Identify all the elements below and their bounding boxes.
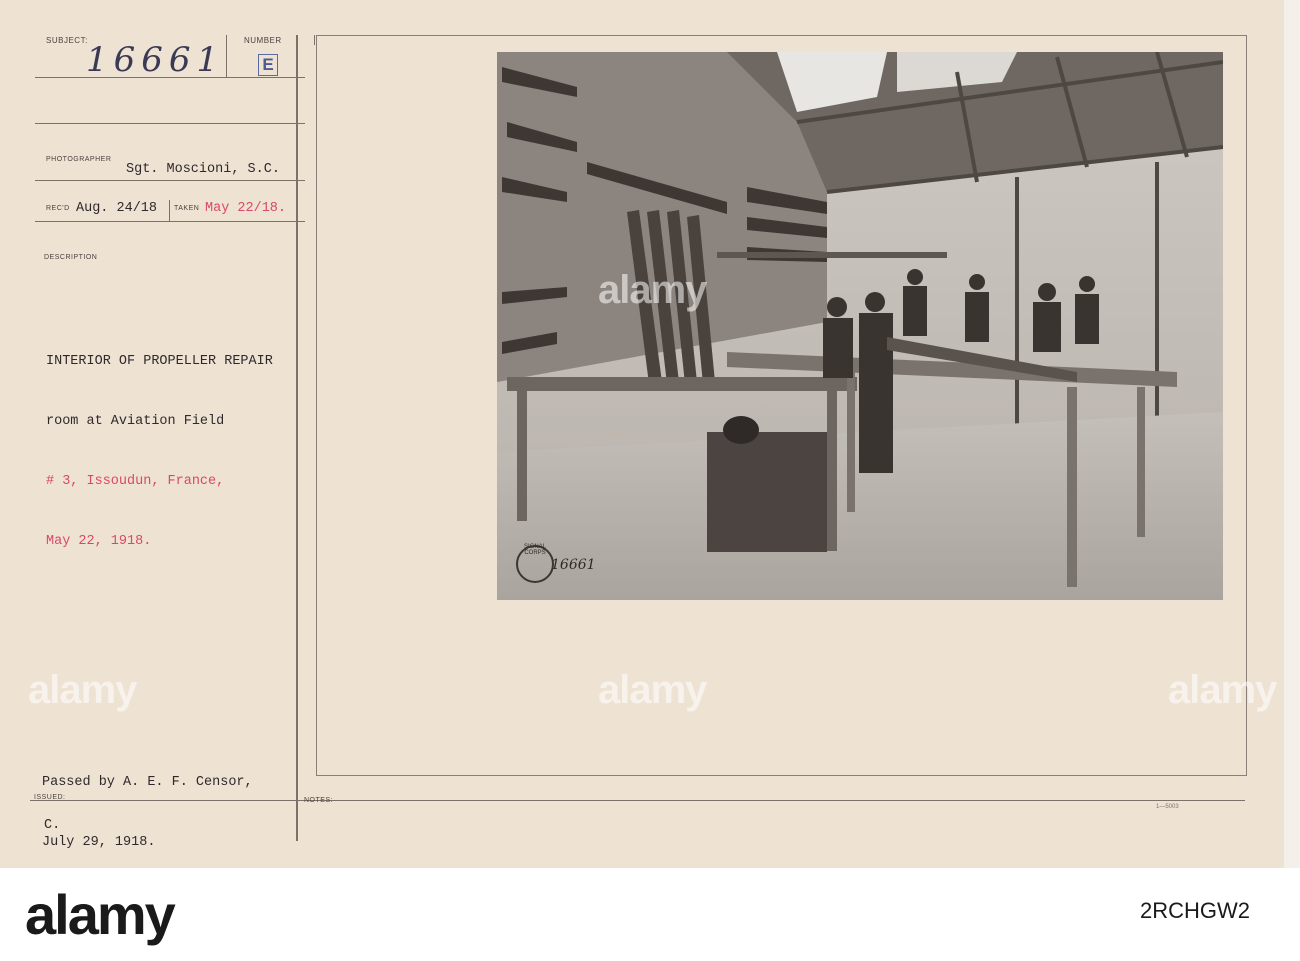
watermark-center-top: alamy <box>598 268 707 312</box>
number-label: NUMBER <box>244 36 282 45</box>
photograph: SIGNAL CORPS 16661 <box>497 52 1223 600</box>
image-id: 2RCHGW2 <box>1140 898 1251 923</box>
censor-line: July 29, 1918. <box>42 835 156 850</box>
taken-date: May 22/18. <box>205 201 287 216</box>
form-number: 1—5003 <box>1156 804 1179 810</box>
photograph-illustration <box>497 52 1223 600</box>
photographer-name: Sgt. Moscioni, S.C. <box>126 162 280 177</box>
subject-handwritten-number: 16661 <box>86 40 225 80</box>
taken-label: TAKEN <box>174 205 200 212</box>
description-line: room at Aviation Field <box>46 414 225 429</box>
watermark-right: alamy <box>1168 668 1277 712</box>
card-edge <box>1284 0 1300 868</box>
received-label: REC'D <box>46 205 70 212</box>
photo-negative-number: 16661 <box>551 557 596 573</box>
subject-label: SUBJECT: <box>46 36 88 45</box>
received-date: Aug. 24/18 <box>76 201 158 216</box>
subject-number-divider <box>226 35 227 77</box>
issued-value: C. <box>44 818 61 833</box>
photographer-underline <box>35 180 305 181</box>
header-rule <box>35 123 305 124</box>
watermark-banner: alamy 2RCHGW2 <box>0 868 1300 961</box>
description-line: May 22, 1918. <box>46 534 152 549</box>
photo-stamp-text: SIGNAL CORPS <box>523 544 546 556</box>
description-label: DESCRIPTION <box>44 254 98 261</box>
description-text: INTERIOR OF PROPELLER REPAIR room at Avi… <box>46 312 273 572</box>
alamy-logo: alamy <box>25 883 176 946</box>
watermark-center-bottom: alamy <box>598 668 707 712</box>
received-underline <box>35 221 305 222</box>
watermark-left: alamy <box>28 668 137 712</box>
censor-text: Passed by A. E. F. Censor, July 29, 1918… <box>42 733 253 873</box>
censor-line: Passed by A. E. F. Censor, <box>42 775 253 790</box>
number-stamp: E <box>258 54 278 76</box>
taken-divider <box>169 200 170 222</box>
notes-label: NOTES: <box>304 797 334 804</box>
description-line: INTERIOR OF PROPELLER REPAIR <box>46 354 273 369</box>
left-edge-rule <box>314 35 315 45</box>
description-line: # 3, Issoudun, France, <box>46 474 225 489</box>
photographer-label: PHOTOGRAPHER <box>46 156 112 163</box>
left-column-divider <box>296 35 298 841</box>
